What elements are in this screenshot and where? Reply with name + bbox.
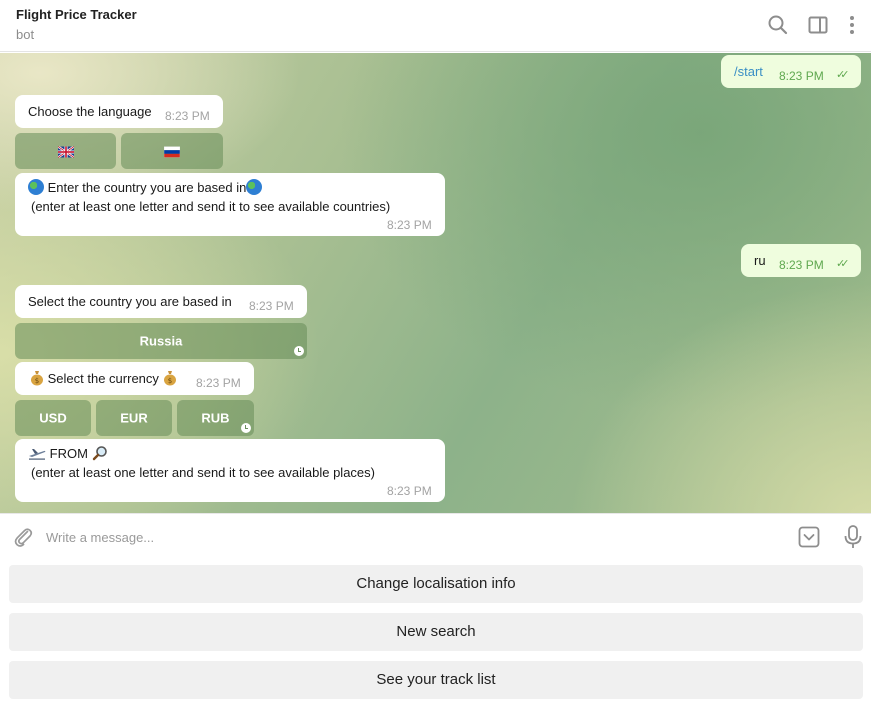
message-bubble-incoming[interactable]: Enter the country you are based in (ente… — [15, 173, 445, 236]
ru-flag-icon — [121, 144, 223, 159]
bot-keyboard-toggle-icon[interactable] — [797, 525, 821, 549]
enter-country-text: Enter the country you are based in — [47, 180, 247, 195]
currency-button-eur[interactable]: EUR — [96, 400, 172, 436]
telegram-chat-window: Flight Price Tracker bot /start 8:23 PM … — [0, 0, 871, 705]
currency-button-rub[interactable]: RUB — [177, 400, 254, 436]
message-time: 8:23 PM — [249, 299, 294, 313]
reply-button-change-localisation[interactable]: Change localisation info — [9, 565, 863, 603]
magnifier-icon — [92, 446, 107, 461]
currency-button-usd[interactable]: USD — [15, 400, 91, 436]
message-text-line: FROM — [28, 444, 108, 463]
button-label: EUR — [120, 410, 148, 426]
message-input[interactable] — [46, 524, 786, 550]
message-composer — [0, 513, 871, 560]
paperclip-icon[interactable] — [11, 525, 35, 549]
message-time: 8:23 PM — [779, 69, 824, 83]
button-label: USD — [39, 410, 67, 426]
button-label: Russia — [139, 333, 183, 349]
microphone-icon[interactable] — [841, 524, 865, 550]
money-bag-icon: $ — [163, 371, 176, 386]
message-bubble-incoming[interactable]: Choose the language 8:23 PM — [15, 95, 223, 128]
message-bubble-incoming[interactable]: $ Select the currency $ 8:23 PM — [15, 362, 254, 395]
select-currency-text: Select the currency — [47, 371, 159, 386]
search-icon[interactable] — [766, 13, 790, 37]
language-button-english[interactable] — [15, 133, 116, 169]
message-bubble-outgoing[interactable]: /start 8:23 PM ✓✓ — [721, 55, 861, 88]
message-time: 8:23 PM — [387, 218, 432, 232]
svg-text:$: $ — [35, 377, 39, 385]
globe-icon — [28, 179, 44, 195]
message-text-line: $ Select the currency $ — [30, 369, 177, 388]
message-text: ru — [754, 253, 766, 268]
message-time: 8:23 PM — [779, 258, 824, 272]
message-time: 8:23 PM — [196, 376, 241, 390]
message-hint: (enter at least one letter and send it t… — [31, 465, 375, 480]
reply-button-track-list[interactable]: See your track list — [9, 661, 863, 699]
read-check-icon: ✓✓ — [836, 258, 850, 270]
reply-button-new-search[interactable]: New search — [9, 613, 863, 651]
message-text: Choose the language — [28, 104, 152, 119]
uk-flag-icon — [15, 144, 116, 159]
language-button-russian[interactable] — [121, 133, 223, 169]
from-text: FROM — [49, 446, 88, 461]
sidebar-toggle-icon[interactable] — [806, 13, 830, 37]
message-text: Select the country you are based in — [28, 294, 232, 309]
message-time: 8:23 PM — [165, 109, 210, 123]
message-bubble-incoming[interactable]: FROM (enter at least one letter and send… — [15, 439, 445, 502]
more-vert-icon[interactable] — [840, 13, 864, 37]
message-text-line: Enter the country you are based in — [28, 178, 263, 197]
globe-icon — [246, 179, 263, 195]
chat-subtitle: bot — [16, 27, 35, 42]
country-button-russia[interactable]: Russia — [15, 323, 307, 359]
airplane-departure-icon — [29, 449, 46, 460]
svg-text:$: $ — [167, 377, 171, 385]
clock-icon — [241, 423, 251, 433]
message-bubble-outgoing[interactable]: ru 8:23 PM ✓✓ — [741, 244, 861, 277]
message-time: 8:23 PM — [387, 484, 432, 498]
message-bubble-incoming[interactable]: Select the country you are based in 8:23… — [15, 285, 307, 318]
read-check-icon: ✓✓ — [836, 69, 850, 81]
clock-icon — [294, 346, 304, 356]
chat-history[interactable]: /start 8:23 PM ✓✓ Choose the language 8:… — [0, 53, 871, 513]
chat-title[interactable]: Flight Price Tracker — [16, 7, 137, 22]
message-text[interactable]: /start — [734, 62, 763, 81]
chat-header: Flight Price Tracker bot — [0, 0, 871, 52]
message-hint: (enter at least one letter and send it t… — [31, 199, 391, 214]
money-bag-icon: $ — [31, 371, 43, 386]
